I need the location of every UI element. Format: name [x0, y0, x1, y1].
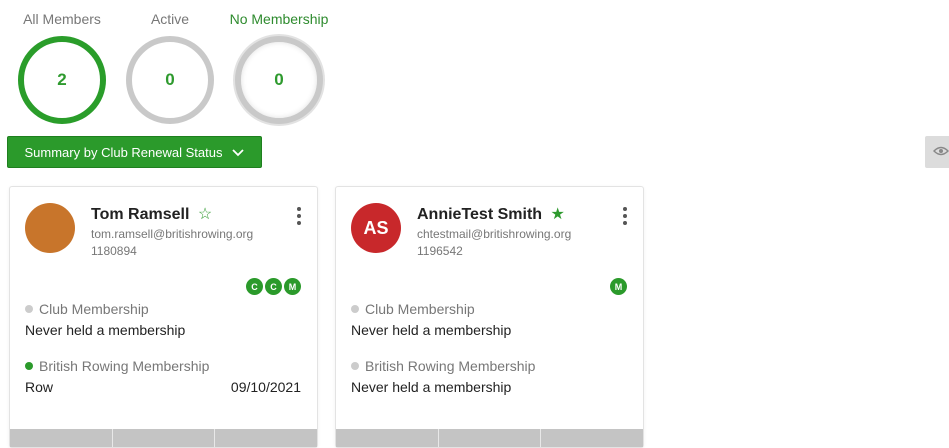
stat-label: Active [150, 11, 190, 27]
club-membership-value: Never held a membership [351, 322, 512, 338]
badge-c: C [265, 278, 282, 295]
stat-all-members[interactable]: All Members 2 [7, 0, 117, 124]
card-action[interactable] [439, 429, 542, 447]
stat-count: 2 [18, 36, 106, 124]
club-membership-label-text: Club Membership [39, 301, 149, 317]
more-options-icon[interactable] [297, 207, 301, 225]
avatar: AS [351, 203, 401, 253]
member-card[interactable]: AS AnnieTest Smith ★ chtestmail@britishr… [335, 186, 644, 448]
member-name[interactable]: Tom Ramsell ☆ [91, 204, 212, 224]
club-membership-label: Club Membership [351, 301, 475, 317]
chevron-down-icon [232, 144, 245, 160]
member-name[interactable]: AnnieTest Smith ★ [417, 204, 565, 224]
stat-active[interactable]: Active 0 [115, 0, 225, 124]
status-dot [351, 362, 359, 370]
card-action[interactable] [113, 429, 216, 447]
club-membership-label-text: Club Membership [365, 301, 475, 317]
membership-badges: C C M [246, 278, 301, 295]
stat-label: All Members [23, 11, 101, 27]
stat-no-membership[interactable]: No Membership 0 [224, 0, 334, 124]
member-number: 1196542 [417, 244, 463, 258]
membership-badges: M [610, 278, 627, 295]
badge-m: M [284, 278, 301, 295]
view-toggle-button[interactable] [925, 136, 949, 168]
badge-m: M [610, 278, 627, 295]
br-membership-label: British Rowing Membership [351, 358, 535, 374]
br-membership-date: 09/10/2021 [230, 379, 301, 395]
card-action[interactable] [10, 429, 113, 447]
star-filled-icon[interactable]: ★ [551, 206, 565, 223]
br-membership-label-text: British Rowing Membership [39, 358, 210, 374]
more-options-icon[interactable] [623, 207, 627, 225]
br-membership-label-text: British Rowing Membership [365, 358, 536, 374]
member-name-text: Tom Ramsell [91, 206, 190, 223]
status-dot [25, 362, 33, 370]
card-action[interactable] [541, 429, 643, 447]
badge-c: C [246, 278, 263, 295]
summary-dropdown-button[interactable]: Summary by Club Renewal Status [7, 136, 262, 168]
br-membership-value: Never held a membership [351, 379, 512, 395]
stat-count: 0 [126, 36, 214, 124]
member-email: chtestmail@britishrowing.org [417, 227, 572, 241]
br-membership-value: Row [25, 379, 54, 395]
stat-label: No Membership [229, 11, 329, 27]
status-dot [25, 305, 33, 313]
card-action-bar [10, 429, 317, 447]
member-card[interactable]: Tom Ramsell ☆ tom.ramsell@britishrowing.… [9, 186, 318, 448]
card-action-bar [336, 429, 643, 447]
summary-button-label: Summary by Club Renewal Status [24, 144, 223, 160]
card-action[interactable] [336, 429, 439, 447]
stat-count: 0 [235, 36, 323, 124]
member-number: 1180894 [91, 244, 137, 258]
member-email: tom.ramsell@britishrowing.org [91, 227, 254, 241]
br-membership-label: British Rowing Membership [25, 358, 209, 374]
club-membership-label: Club Membership [25, 301, 149, 317]
club-membership-value: Never held a membership [25, 322, 186, 338]
card-action[interactable] [215, 429, 317, 447]
avatar [25, 203, 75, 253]
member-name-text: AnnieTest Smith [417, 206, 543, 223]
eye-icon [933, 143, 949, 161]
star-outline-icon[interactable]: ☆ [198, 206, 212, 223]
status-dot [351, 305, 359, 313]
